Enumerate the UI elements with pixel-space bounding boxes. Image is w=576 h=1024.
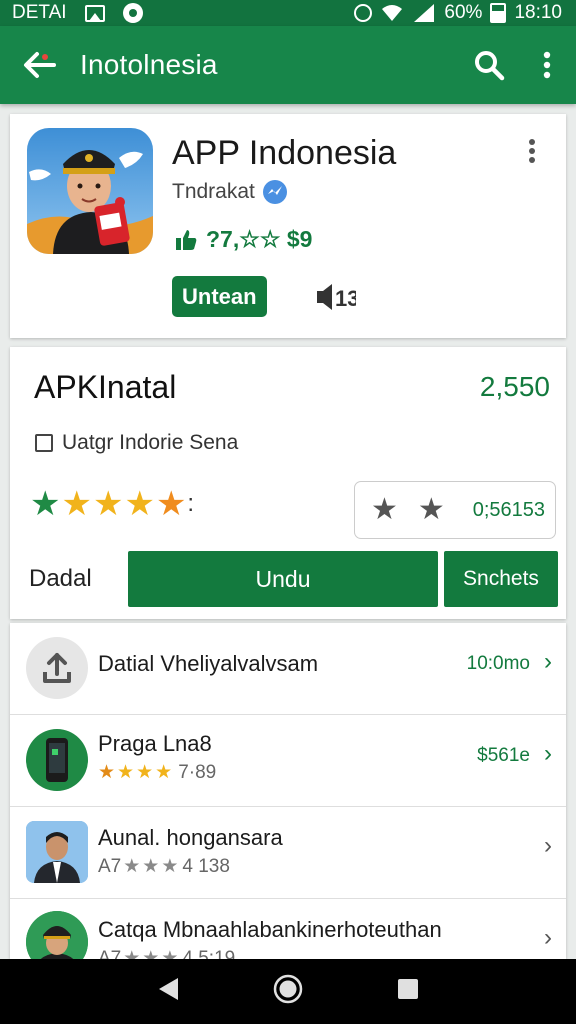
signal-icon: [414, 4, 435, 22]
app-bar-title: Inotolnesia: [80, 49, 218, 80]
alarm-icon: [354, 4, 373, 22]
battery-icon: [490, 3, 507, 23]
list-item[interactable]: Aunal. hongansara A7 ★ ★ ★ 4 138 ›: [10, 807, 566, 899]
stars-suffix: :: [187, 490, 195, 517]
developer-name[interactable]: Tndrakat: [172, 180, 255, 204]
star-icon: ★: [123, 856, 141, 877]
image-notification-icon: [84, 4, 105, 22]
star-icon: ★: [92, 485, 124, 523]
open-button[interactable]: Untean: [172, 276, 267, 317]
nav-recents-button[interactable]: [396, 977, 420, 1006]
status-label: DETAI: [12, 2, 67, 23]
install-card: APKInatal 2,550 Uatgr Indorie Sena ★ ★ ★…: [10, 347, 566, 619]
rating-count: 0;56153: [472, 498, 545, 521]
star-icon: ★: [371, 493, 398, 526]
star-icon: ★: [155, 485, 187, 523]
chevron-right-icon: ›: [544, 740, 552, 767]
app-meta-text: ?7,☆☆ $9: [206, 226, 313, 252]
list-item-value: $561e: [477, 745, 530, 766]
audio-label: 13: [335, 286, 356, 311]
more-options-button[interactable]: [518, 26, 576, 104]
secondary-action-button[interactable]: Snchets: [444, 551, 558, 607]
list-item-title: Catqa Mbnaahlabankinerhoteuthan: [98, 917, 442, 942]
verified-badge-icon: [262, 180, 287, 204]
list-item-rating: 7·89: [178, 761, 217, 783]
star-icon: ★: [142, 856, 160, 877]
list-item-title: Praga Lna8: [98, 731, 212, 756]
avatar-icon: [26, 821, 88, 883]
chevron-right-icon: ›: [544, 924, 552, 951]
thumbs-up-icon: [176, 229, 197, 250]
list-item-value: 10:0mo: [466, 653, 530, 674]
list-item-subtitle: ★ ★ ★ ★ 7·89: [98, 761, 216, 784]
list-item-subtitle: A7 ★ ★ ★ 4 138: [98, 855, 230, 878]
checkbox[interactable]: [35, 434, 53, 452]
phone-icon: [26, 729, 88, 791]
star-icon: ★: [124, 485, 155, 523]
related-list: Datial Vheliyalvalvsam 10:0mo › Praga Ln…: [10, 623, 566, 973]
option-checkbox-row[interactable]: Uatgr Indorie Sena: [35, 431, 238, 455]
nav-home-icon: [273, 974, 303, 1004]
audio-button[interactable]: 13: [316, 282, 359, 317]
nav-back-icon: [159, 978, 179, 1000]
navigation-bar: [0, 959, 576, 1024]
status-time: 18:10: [514, 2, 562, 23]
battery-percent: 60%: [444, 2, 483, 23]
star-icon: ★: [98, 762, 116, 783]
status-bar: DETAI 60% 18:10: [0, 0, 576, 26]
rating-summary-box[interactable]: ★ ★ 0;56153: [354, 481, 556, 539]
chevron-right-icon: ›: [544, 832, 552, 859]
nav-back-button[interactable]: [156, 976, 180, 1007]
app-bar: Inotolnesia: [0, 26, 576, 104]
search-icon: [475, 51, 505, 81]
star-icon: ★: [117, 762, 135, 783]
upload-icon: [26, 637, 88, 699]
star-icon: ★: [61, 485, 92, 523]
list-item-rating: 4 138: [182, 855, 230, 877]
star-icon: ★: [136, 762, 154, 783]
list-item-prefix: A7: [98, 855, 122, 877]
more-vert-icon: [529, 139, 535, 163]
search-button[interactable]: [460, 26, 518, 104]
install-button[interactable]: Undu: [128, 551, 438, 607]
nav-recents-icon: [397, 979, 418, 999]
notification-icon: [122, 3, 143, 23]
list-item[interactable]: Praga Lna8 ★ ★ ★ ★ 7·89 $561e ›: [10, 715, 566, 807]
app-header-card: APP Indonesia Tndrakat ?7,☆☆ $9 Untean 1…: [10, 114, 566, 338]
nav-home-button[interactable]: [273, 974, 303, 1009]
star-icon: ★: [161, 856, 179, 877]
star-icon: ★: [417, 493, 445, 526]
wifi-icon: [382, 5, 403, 21]
speaker-icon: 13: [317, 284, 359, 311]
list-item-title: Aunal. hongansara: [98, 825, 283, 850]
chevron-right-icon: ›: [544, 648, 552, 675]
developer-row[interactable]: Tndrakat: [172, 180, 287, 204]
download-label: Dadal: [29, 565, 92, 592]
star-icon: ★: [155, 762, 173, 783]
list-item[interactable]: Datial Vheliyalvalvsam 10:0mo ›: [10, 623, 566, 715]
app-icon[interactable]: [27, 128, 153, 254]
back-button[interactable]: [0, 26, 80, 104]
install-size: 2,550: [479, 371, 550, 402]
app-meta-row: ?7,☆☆ $9: [174, 226, 312, 253]
star-rating[interactable]: ★ ★ ★ ★ ★ :: [30, 487, 194, 521]
app-name: APP Indonesia: [172, 134, 397, 172]
back-arrow-icon: [24, 52, 56, 78]
star-icon: ★: [30, 485, 61, 523]
more-vert-icon: [543, 51, 551, 79]
install-title: APKInatal: [34, 369, 177, 405]
list-item-title: Datial Vheliyalvalvsam: [98, 651, 319, 676]
checkbox-label: Uatgr Indorie Sena: [62, 431, 239, 454]
app-more-button[interactable]: [528, 138, 536, 169]
